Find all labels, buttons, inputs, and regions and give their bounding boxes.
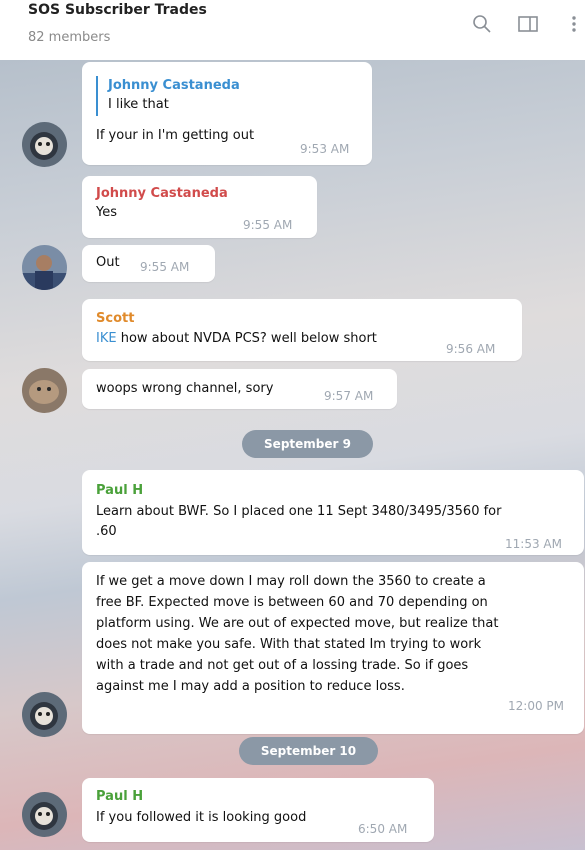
- message-text: IKE how about NVDA PCS? well below short: [96, 329, 377, 349]
- reply-text: I like that: [108, 97, 169, 112]
- message-text-line: If we get a move down I may roll down th…: [96, 574, 486, 589]
- message-bubble[interactable]: Scott IKE how about NVDA PCS? well below…: [82, 299, 522, 361]
- message-bubble[interactable]: Paul H If you followed it is looking goo…: [82, 778, 434, 842]
- avatar[interactable]: [22, 692, 67, 737]
- message-text-line: free BF. Expected move is between 60 and…: [96, 595, 488, 610]
- message-sender[interactable]: Scott: [96, 311, 134, 326]
- message-bubble[interactable]: woops wrong channel, sory 9:57 AM: [82, 369, 397, 409]
- message-text: woops wrong channel, sory: [96, 381, 274, 396]
- more-vertical-icon[interactable]: [565, 12, 583, 36]
- avatar[interactable]: [22, 368, 67, 413]
- message-text-line: .60: [96, 524, 117, 539]
- message-bubble[interactable]: Johnny Castaneda I like that If your in …: [82, 62, 372, 165]
- message-text-line: does not make you safe. With that stated…: [96, 637, 482, 652]
- message-list[interactable]: Johnny Castaneda I like that If your in …: [0, 60, 585, 850]
- message-text-line: against me I may add a position to reduc…: [96, 679, 405, 694]
- message-time: 9:55 AM: [243, 218, 293, 232]
- message-time: 9:55 AM: [140, 260, 190, 274]
- message-sender[interactable]: Johnny Castaneda: [96, 186, 228, 201]
- message-text-body: how about NVDA PCS? well below short: [116, 331, 377, 346]
- date-separator: September 10: [239, 737, 378, 765]
- message-text: If you followed it is looking good: [96, 810, 307, 825]
- message-time: 12:00 PM: [508, 699, 564, 713]
- member-count[interactable]: 82 members: [28, 30, 110, 45]
- message-time: 9:53 AM: [300, 142, 350, 156]
- message-time: 9:56 AM: [446, 342, 496, 356]
- message-time: 6:50 AM: [358, 822, 408, 836]
- message-time: 11:53 AM: [505, 537, 562, 551]
- message-text: Yes: [96, 205, 117, 220]
- message-text: If your in I'm getting out: [96, 128, 255, 143]
- avatar[interactable]: [22, 122, 67, 167]
- message-bubble[interactable]: Paul H Learn about BWF. So I placed one …: [82, 470, 584, 555]
- chat-title[interactable]: SOS Subscriber Trades: [28, 2, 207, 18]
- message-bubble[interactable]: Out 9:55 AM: [82, 245, 215, 282]
- date-separator: September 9: [242, 430, 373, 458]
- sidebar-toggle-icon[interactable]: [516, 12, 540, 36]
- avatar[interactable]: [22, 792, 67, 837]
- message-text-line: platform using. We are out of expected m…: [96, 616, 499, 631]
- search-icon[interactable]: [470, 12, 494, 36]
- chat-header: SOS Subscriber Trades 82 members: [0, 0, 585, 60]
- mention-link[interactable]: IKE: [96, 331, 117, 346]
- message-text-line: with a trade and not get out of a lossin…: [96, 658, 469, 673]
- message-sender[interactable]: Paul H: [96, 789, 143, 804]
- avatar[interactable]: [22, 245, 67, 290]
- message-bubble[interactable]: If we get a move down I may roll down th…: [82, 562, 584, 734]
- message-time: 9:57 AM: [324, 389, 374, 403]
- message-text-line: Learn about BWF. So I placed one 11 Sept…: [96, 504, 502, 519]
- message-bubble[interactable]: Johnny Castaneda Yes 9:55 AM: [82, 176, 317, 238]
- message-sender[interactable]: Paul H: [96, 483, 143, 498]
- reply-bar: [96, 76, 98, 116]
- reply-sender[interactable]: Johnny Castaneda: [108, 78, 240, 93]
- message-text: Out: [96, 255, 120, 270]
